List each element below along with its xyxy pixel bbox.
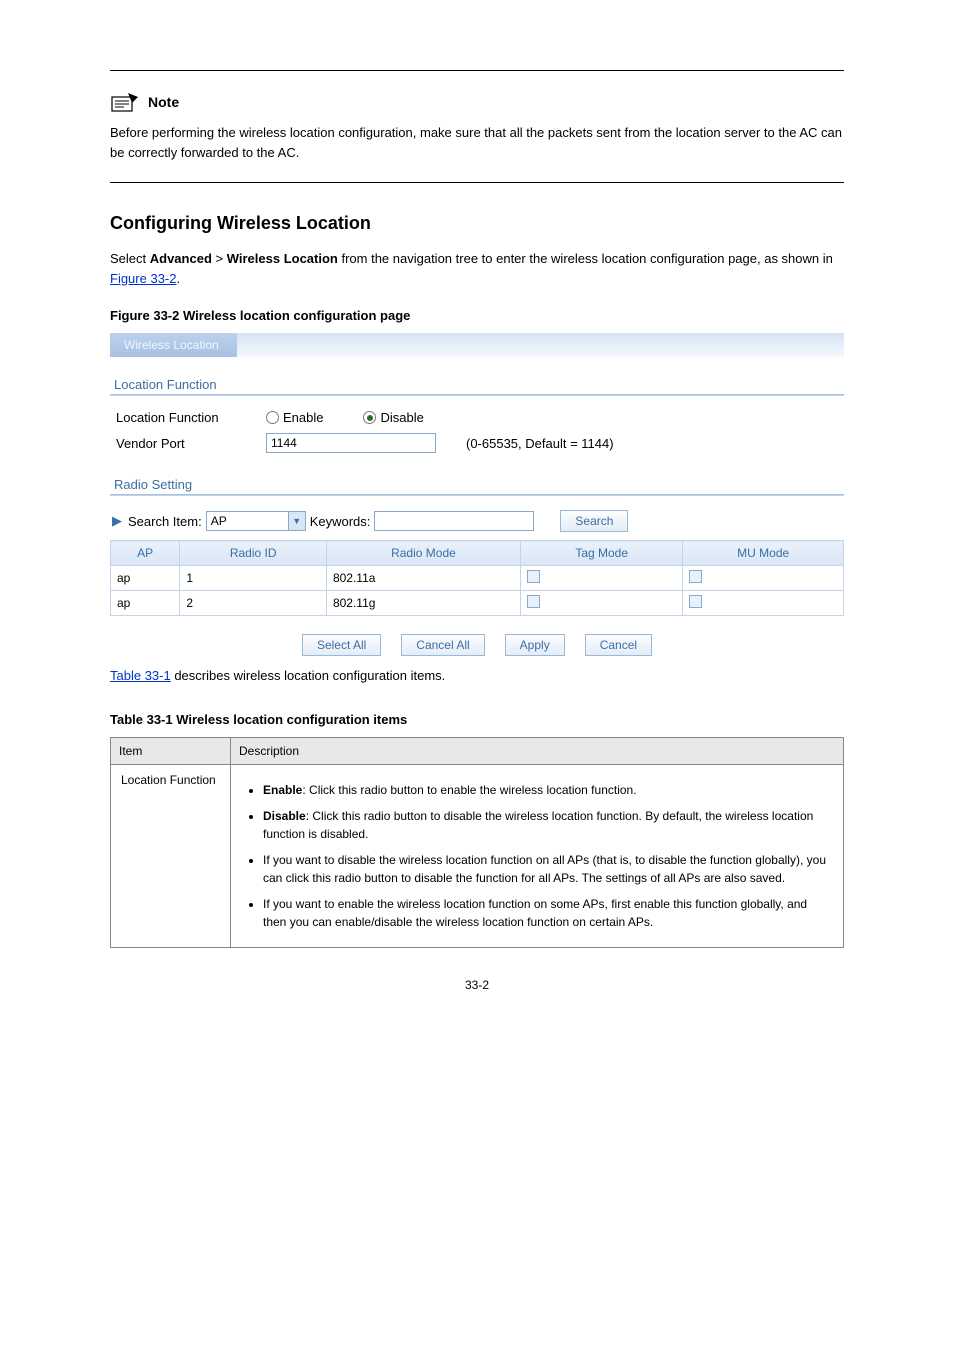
txt3: from the navigation tree to enter the wi… [338, 251, 833, 266]
disable-label: Disable [380, 410, 423, 425]
table-row: ap 2 802.11g [111, 591, 844, 616]
note-icon [110, 91, 140, 113]
disable-radio[interactable]: Disable [363, 410, 423, 425]
figure-caption: Figure 33-2 Wireless location configurat… [110, 308, 844, 323]
select-all-button[interactable]: Select All [302, 634, 381, 656]
cell-ap: ap [111, 566, 180, 591]
keywords-label: Keywords: [310, 514, 371, 529]
col-radio-mode[interactable]: Radio Mode [326, 541, 520, 566]
bold2: Wireless Location [227, 251, 338, 266]
bullet1-bold: Enable [263, 783, 302, 797]
keywords-input[interactable] [374, 511, 534, 531]
radio-icon [363, 411, 376, 424]
search-row: ▶ Search Item: AP ▼ Keywords: Search [110, 506, 844, 536]
cell-radio-id: 2 [180, 591, 327, 616]
bold1: Advanced [150, 251, 212, 266]
mid-rule [110, 182, 844, 183]
item-cell: Location Function [111, 764, 231, 947]
location-function-label: Location Function [116, 410, 256, 425]
page-number: 33-2 [110, 978, 844, 992]
cell-ap: ap [111, 591, 180, 616]
th-item: Item [111, 737, 231, 764]
top-rule [110, 70, 844, 71]
vendor-port-input[interactable] [266, 433, 436, 453]
note-header: Note [110, 91, 844, 113]
tag-mode-checkbox[interactable] [527, 570, 540, 583]
col-tag-mode[interactable]: Tag Mode [520, 541, 682, 566]
txt2: > [212, 251, 227, 266]
vendor-port-label: Vendor Port [116, 436, 256, 451]
wireless-location-panel: Wireless Location Location Function Loca… [110, 333, 844, 656]
mu-mode-checkbox[interactable] [689, 570, 702, 583]
list-item: If you want to enable the wireless locat… [263, 895, 833, 931]
bullet2-text: : Click this radio button to disable the… [263, 809, 813, 841]
panel-tab[interactable]: Wireless Location [110, 333, 237, 357]
note-body: Before performing the wireless location … [110, 123, 844, 162]
tag-mode-checkbox[interactable] [527, 595, 540, 608]
list-item: Enable: Click this radio button to enabl… [263, 781, 833, 799]
table-caption: Table 33-1 Wireless location configurati… [110, 712, 844, 727]
radio-setting-heading: Radio Setting [114, 477, 844, 492]
note-label: Note [148, 94, 179, 110]
desc-intro-tail: describes wireless location configuratio… [171, 668, 446, 683]
enable-label: Enable [283, 410, 323, 425]
cell-radio-id: 1 [180, 566, 327, 591]
col-radio-id[interactable]: Radio ID [180, 541, 327, 566]
button-row: Select All Cancel All Apply Cancel [110, 634, 844, 656]
bullet2-bold: Disable [263, 809, 306, 823]
col-mu-mode[interactable]: MU Mode [683, 541, 844, 566]
txt1: Select [110, 251, 150, 266]
desc-cell: Enable: Click this radio button to enabl… [231, 764, 844, 947]
table-row: ap 1 802.11a [111, 566, 844, 591]
location-function-heading: Location Function [114, 377, 844, 392]
radio-icon [266, 411, 279, 424]
search-button[interactable]: Search [560, 510, 628, 532]
triangle-icon: ▶ [112, 513, 122, 529]
chevron-down-icon: ▼ [288, 512, 305, 530]
cell-radio-mode: 802.11a [326, 566, 520, 591]
description-table: Item Description Location Function Enabl… [110, 737, 844, 948]
search-item-combo[interactable]: AP ▼ [206, 511, 306, 531]
sub-rule-1 [110, 394, 844, 396]
search-item-value: AP [207, 513, 231, 529]
config-instruction: Select Advanced > Wireless Location from… [110, 249, 844, 288]
search-item-label: Search Item: [128, 514, 202, 529]
bullet1-text: : Click this radio button to enable the … [302, 783, 636, 797]
txt4: . [176, 271, 180, 286]
mu-mode-checkbox[interactable] [689, 595, 702, 608]
cancel-button[interactable]: Cancel [585, 634, 652, 656]
cell-radio-mode: 802.11g [326, 591, 520, 616]
th-description: Description [231, 737, 844, 764]
vendor-port-row: Vendor Port (0-65535, Default = 1144) [110, 429, 844, 457]
cancel-all-button[interactable]: Cancel All [401, 634, 484, 656]
radio-table: AP Radio ID Radio Mode Tag Mode MU Mode … [110, 540, 844, 616]
vendor-port-hint: (0-65535, Default = 1144) [466, 436, 614, 451]
sub-rule-2 [110, 494, 844, 496]
desc-intro: Table 33-1 describes wireless location c… [110, 666, 844, 686]
list-item: Disable: Click this radio button to disa… [263, 807, 833, 843]
section-heading: Configuring Wireless Location [110, 213, 844, 234]
fig-link[interactable]: Figure 33-2 [110, 271, 176, 286]
apply-button[interactable]: Apply [505, 634, 565, 656]
location-function-row: Location Function Enable Disable [110, 406, 844, 429]
table-link[interactable]: Table 33-1 [110, 668, 171, 683]
list-item: If you want to disable the wireless loca… [263, 851, 833, 887]
enable-radio[interactable]: Enable [266, 410, 323, 425]
table-row: Location Function Enable: Click this rad… [111, 764, 844, 947]
col-ap[interactable]: AP [111, 541, 180, 566]
